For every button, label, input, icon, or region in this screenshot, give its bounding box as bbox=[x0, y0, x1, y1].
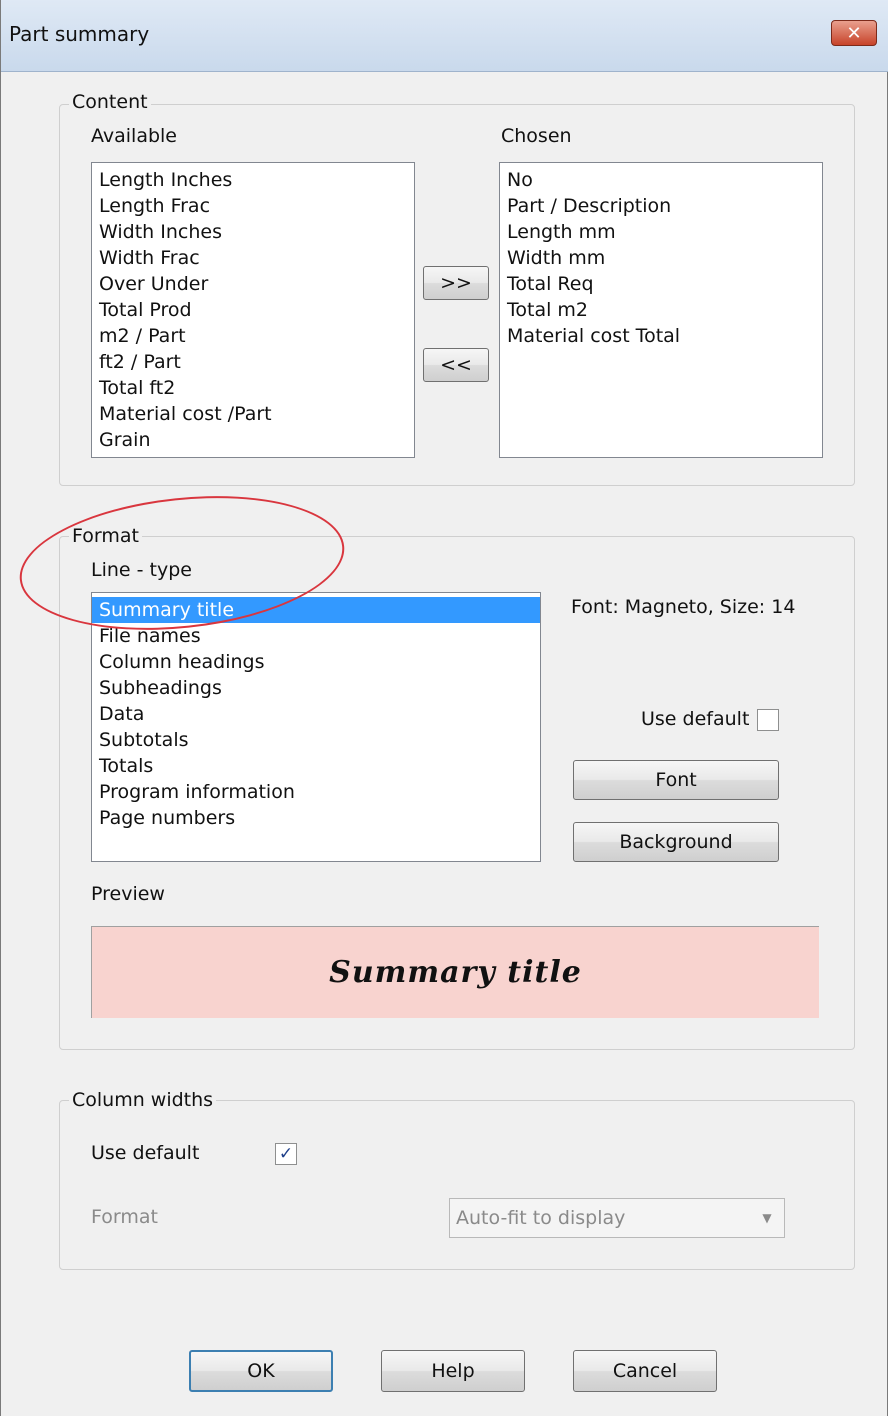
line-type-list-item[interactable]: Data bbox=[92, 701, 540, 727]
column-format-label: Format bbox=[91, 1206, 158, 1228]
chosen-list-item[interactable]: Width mm bbox=[500, 245, 822, 271]
available-list-item[interactable]: Width Inches bbox=[92, 219, 414, 245]
line-type-list-item[interactable]: Summary title bbox=[92, 597, 540, 623]
chosen-list-item[interactable]: Length mm bbox=[500, 219, 822, 245]
chosen-label: Chosen bbox=[501, 125, 572, 147]
cancel-button-label: Cancel bbox=[612, 1360, 678, 1382]
remove-button-label: << bbox=[440, 354, 472, 376]
line-type-list-item[interactable]: Subheadings bbox=[92, 675, 540, 701]
preview-panel: Summary title bbox=[91, 926, 819, 1018]
available-listbox[interactable]: Length Inches Length Frac Width Inches Widt… bbox=[91, 162, 415, 458]
remove-from-chosen-button[interactable]: << bbox=[423, 348, 489, 382]
available-list-item[interactable]: Total ft2 bbox=[92, 375, 414, 401]
available-list-item[interactable]: Total Prod bbox=[92, 297, 414, 323]
dialog-title: Part summary bbox=[9, 22, 150, 46]
available-list-item[interactable]: Length Frac bbox=[92, 193, 414, 219]
column-format-dropdown[interactable]: Auto-fit to display ▼ bbox=[449, 1198, 785, 1238]
available-list-item[interactable]: m2 / Part bbox=[92, 323, 414, 349]
line-type-list-item[interactable]: File names bbox=[92, 623, 540, 649]
add-button-label: >> bbox=[440, 272, 472, 294]
title-bar[interactable]: Part summary ✕ bbox=[1, 0, 888, 72]
chosen-list-item[interactable]: Total m2 bbox=[500, 297, 822, 323]
ok-button-label: OK bbox=[247, 1360, 275, 1382]
help-button-label: Help bbox=[431, 1360, 475, 1382]
background-button[interactable]: Background bbox=[573, 822, 779, 862]
line-type-list-item[interactable]: Subtotals bbox=[92, 727, 540, 753]
checkmark-icon: ✓ bbox=[278, 1144, 294, 1164]
available-list-item[interactable]: Length Inches bbox=[92, 167, 414, 193]
line-type-list-item[interactable]: Totals bbox=[92, 753, 540, 779]
cancel-button[interactable]: Cancel bbox=[573, 1350, 717, 1392]
add-to-chosen-button[interactable]: >> bbox=[423, 266, 489, 300]
format-use-default-checkbox[interactable] bbox=[757, 709, 779, 731]
available-list-item[interactable]: Grain bbox=[92, 427, 414, 453]
preview-text: Summary title bbox=[329, 955, 582, 990]
available-list-item[interactable]: ft2 / Part bbox=[92, 349, 414, 375]
column-widths-use-default-checkbox[interactable]: ✓ bbox=[275, 1143, 297, 1165]
font-button[interactable]: Font bbox=[573, 760, 779, 800]
chevron-down-icon: ▼ bbox=[762, 1211, 772, 1225]
part-summary-dialog: Part summary ✕ Content Available Chosen … bbox=[0, 0, 888, 1416]
font-button-label: Font bbox=[655, 769, 697, 791]
column-widths-group-label: Column widths bbox=[69, 1089, 217, 1111]
line-type-list-item[interactable]: Program information bbox=[92, 779, 540, 805]
format-group-label: Format bbox=[69, 525, 142, 547]
line-type-listbox[interactable]: Summary title File names Column headings Su… bbox=[91, 592, 541, 862]
help-button[interactable]: Help bbox=[381, 1350, 525, 1392]
chosen-list-item[interactable]: Part / Description bbox=[500, 193, 822, 219]
column-widths-use-default-label: Use default bbox=[91, 1142, 200, 1164]
column-format-value: Auto-fit to display bbox=[456, 1207, 626, 1229]
chosen-list-item[interactable]: Total Req bbox=[500, 271, 822, 297]
chosen-listbox[interactable]: No Part / Description Length mm Width mm Tot… bbox=[499, 162, 823, 458]
close-button[interactable]: ✕ bbox=[831, 20, 877, 46]
available-list-item[interactable]: Over Under bbox=[92, 271, 414, 297]
ok-button[interactable]: OK bbox=[189, 1350, 333, 1392]
line-type-list-item[interactable]: Page numbers bbox=[92, 805, 540, 831]
preview-label: Preview bbox=[91, 883, 165, 905]
line-type-label: Line - type bbox=[91, 559, 192, 581]
available-list-item[interactable]: Width Frac bbox=[92, 245, 414, 271]
chosen-list-item[interactable]: No bbox=[500, 167, 822, 193]
chosen-list-item[interactable]: Material cost Total bbox=[500, 323, 822, 349]
available-label: Available bbox=[91, 125, 178, 147]
column-widths-group bbox=[59, 1100, 855, 1270]
background-button-label: Background bbox=[619, 831, 733, 853]
available-list-item[interactable]: Material cost /Part bbox=[92, 401, 414, 427]
format-use-default-label: Use default bbox=[641, 708, 750, 730]
content-group-label: Content bbox=[69, 91, 151, 113]
line-type-list-item[interactable]: Column headings bbox=[92, 649, 540, 675]
font-info: Font: Magneto, Size: 14 bbox=[571, 596, 796, 618]
close-icon: ✕ bbox=[846, 22, 862, 44]
